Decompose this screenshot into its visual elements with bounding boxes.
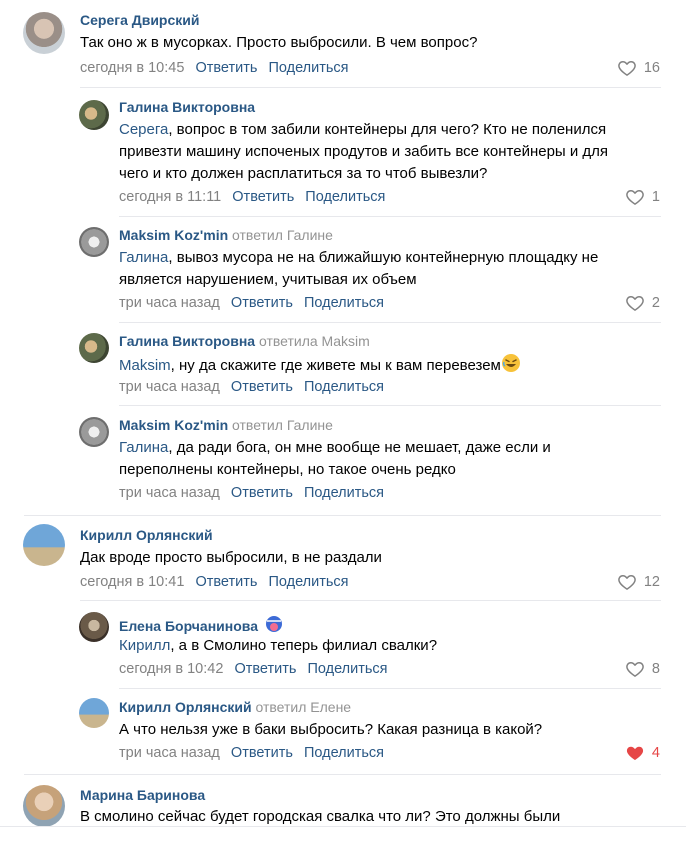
comment-text: А что нельзя уже в баки выбросить? Какая… bbox=[119, 721, 543, 738]
reply-button[interactable]: Ответить bbox=[231, 295, 293, 311]
share-button[interactable]: Поделиться bbox=[304, 745, 384, 761]
divider bbox=[119, 405, 661, 406]
avatar[interactable] bbox=[23, 785, 65, 827]
comment-author[interactable]: Maksim Koz'min ответил Галине bbox=[119, 417, 333, 433]
like-count: 1 bbox=[651, 189, 660, 205]
comment-author[interactable]: Кирилл Орлянский ответил Елене bbox=[119, 699, 351, 715]
divider bbox=[119, 322, 661, 323]
like-count: 16 bbox=[643, 60, 660, 76]
comment-text: Галина, вывоз мусора не на ближайшую кон… bbox=[119, 249, 599, 288]
reply-button[interactable]: Ответить bbox=[231, 379, 293, 395]
share-button[interactable]: Поделиться bbox=[268, 60, 348, 76]
comment-author[interactable]: Галина Викторовна bbox=[119, 99, 255, 115]
share-button[interactable]: Поделиться bbox=[305, 189, 385, 205]
heart-icon bbox=[625, 293, 645, 313]
like-button[interactable]: 16 bbox=[617, 58, 660, 78]
comment-meta: сегодня в 11:11 Ответить Поделиться bbox=[119, 189, 385, 205]
like-count: 12 bbox=[643, 574, 660, 590]
comment-time[interactable]: три часа назад bbox=[119, 485, 220, 501]
avatar[interactable] bbox=[79, 227, 109, 257]
comment-author[interactable]: Кирилл Орлянский bbox=[80, 527, 213, 543]
comment-time[interactable]: три часа назад bbox=[119, 379, 220, 395]
share-button[interactable]: Поделиться bbox=[304, 485, 384, 501]
divider bbox=[119, 216, 661, 217]
divider bbox=[24, 774, 661, 775]
like-button[interactable]: 12 bbox=[617, 572, 660, 592]
like-button[interactable]: 8 bbox=[625, 659, 660, 679]
reply-button[interactable]: Ответить bbox=[234, 661, 296, 677]
comment: Серега Двирский Так оно ж в мусорках. Пр… bbox=[0, 0, 686, 90]
comment-text: Maksim, ну да скажите где живете мы к ва… bbox=[119, 353, 521, 377]
avatar[interactable] bbox=[23, 12, 65, 54]
comment-time[interactable]: три часа назад bbox=[119, 745, 220, 761]
like-button[interactable]: 4 bbox=[625, 743, 660, 763]
comment-meta: три часа назад Ответить Поделиться bbox=[119, 485, 384, 501]
comment-text: Галина, да ради бога, он мне вообще не м… bbox=[119, 439, 551, 478]
replied-to: ответил Галине bbox=[232, 227, 333, 243]
heart-icon bbox=[617, 58, 637, 78]
comment-meta: три часа назад Ответить Поделиться bbox=[119, 745, 384, 761]
comment-author[interactable]: Марина Баринова bbox=[80, 787, 205, 803]
reply-button[interactable]: Ответить bbox=[232, 189, 294, 205]
replied-to: ответила Maksim bbox=[258, 333, 370, 349]
avatar[interactable] bbox=[79, 417, 109, 447]
share-button[interactable]: Поделиться bbox=[307, 661, 387, 677]
mention-link[interactable]: Галина bbox=[119, 249, 168, 266]
mask-badge-icon bbox=[265, 616, 282, 632]
like-count: 2 bbox=[651, 295, 660, 311]
divider bbox=[24, 515, 661, 516]
divider bbox=[119, 688, 661, 689]
comment-meta: три часа назад Ответить Поделиться bbox=[119, 295, 384, 311]
avatar[interactable] bbox=[79, 333, 109, 363]
comment-time[interactable]: сегодня в 10:45 bbox=[80, 60, 184, 76]
comment-text: В смолино сейчас будет городская свалка … bbox=[80, 808, 561, 825]
like-button[interactable]: 1 bbox=[625, 187, 660, 207]
mention-link[interactable]: Maksim bbox=[119, 357, 171, 374]
comment-author[interactable]: Maksim Koz'min ответил Галине bbox=[119, 227, 333, 243]
heart-icon bbox=[625, 743, 645, 763]
share-button[interactable]: Поделиться bbox=[304, 295, 384, 311]
like-count: 4 bbox=[651, 745, 660, 761]
comment-text: Так оно ж в мусорках. Просто выбросили. … bbox=[80, 34, 478, 51]
reply-button[interactable]: Ответить bbox=[195, 574, 257, 590]
mention-link[interactable]: Кирилл bbox=[119, 637, 170, 654]
comment-time[interactable]: сегодня в 11:11 bbox=[119, 189, 221, 205]
comment-time[interactable]: три часа назад bbox=[119, 295, 220, 311]
comment-time[interactable]: сегодня в 10:42 bbox=[119, 661, 223, 677]
divider bbox=[80, 600, 661, 601]
divider bbox=[80, 87, 661, 88]
comment-text: Серега, вопрос в том забили контейнеры д… bbox=[119, 121, 609, 182]
avatar[interactable] bbox=[79, 612, 109, 642]
avatar[interactable] bbox=[79, 698, 109, 728]
reply-button[interactable]: Ответить bbox=[231, 485, 293, 501]
share-button[interactable]: Поделиться bbox=[268, 574, 348, 590]
avatar[interactable] bbox=[79, 100, 109, 130]
comment-meta: сегодня в 10:45 Ответить Поделиться bbox=[80, 60, 349, 76]
heart-icon bbox=[617, 572, 637, 592]
like-count: 8 bbox=[651, 661, 660, 677]
replied-to: ответил Галине bbox=[232, 417, 333, 433]
comment-author[interactable]: Елена Борчанинова bbox=[119, 615, 283, 634]
heart-icon bbox=[625, 187, 645, 207]
comment-author[interactable]: Серега Двирский bbox=[80, 12, 200, 28]
mention-link[interactable]: Серега bbox=[119, 121, 168, 138]
comment-meta: сегодня в 10:42 Ответить Поделиться bbox=[119, 661, 388, 677]
reply-button[interactable]: Ответить bbox=[195, 60, 257, 76]
comment-author[interactable]: Галина Викторовна ответила Maksim bbox=[119, 333, 370, 349]
comment-meta: сегодня в 10:41 Ответить Поделиться bbox=[80, 574, 349, 590]
comment-time[interactable]: сегодня в 10:41 bbox=[80, 574, 184, 590]
like-button[interactable]: 2 bbox=[625, 293, 660, 313]
comment-text: Кирилл, а в Смолино теперь филиал свалки… bbox=[119, 637, 438, 654]
comment-meta: три часа назад Ответить Поделиться bbox=[119, 379, 384, 395]
comment-text: Дак вроде просто выбросили, в не раздали bbox=[80, 549, 382, 566]
avatar[interactable] bbox=[23, 524, 65, 566]
replied-to: ответил Елене bbox=[255, 699, 352, 715]
mention-link[interactable]: Галина bbox=[119, 439, 168, 456]
rofl-emoji-icon bbox=[501, 354, 520, 372]
heart-icon bbox=[625, 659, 645, 679]
reply-button[interactable]: Ответить bbox=[231, 745, 293, 761]
share-button[interactable]: Поделиться bbox=[304, 379, 384, 395]
divider bbox=[0, 826, 686, 827]
